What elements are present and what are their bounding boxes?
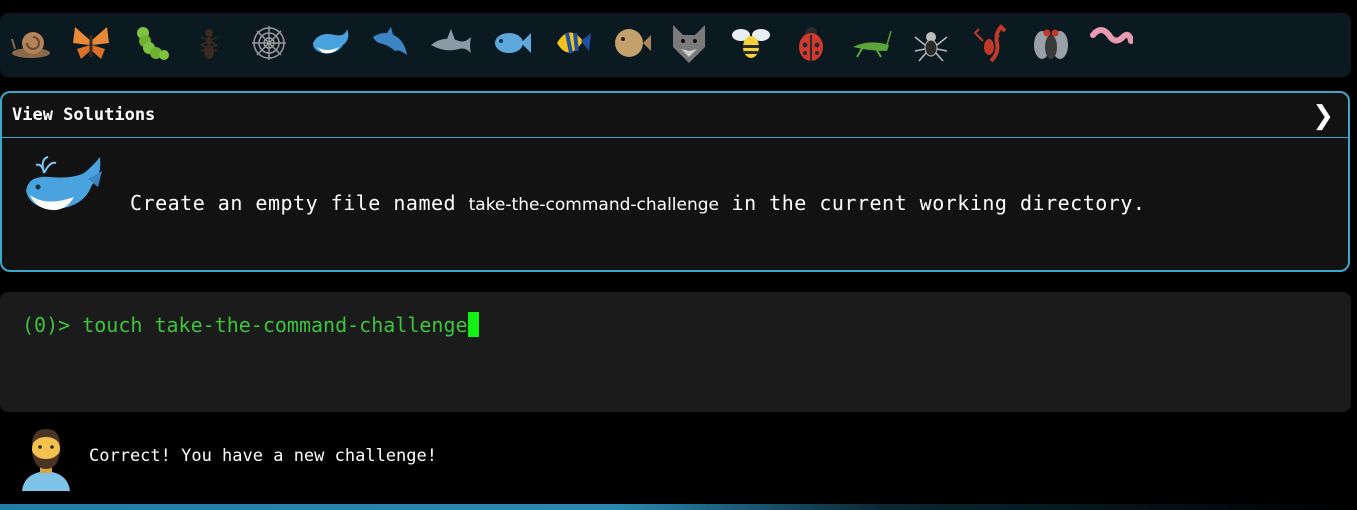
man-avatar-icon: [18, 425, 74, 491]
spider-icon[interactable]: [908, 20, 954, 66]
butterfly-icon[interactable]: [68, 20, 114, 66]
scorpion-icon[interactable]: [968, 20, 1014, 66]
challenge-description: Create an empty file named take-the-comm…: [130, 191, 1145, 215]
cricket-icon[interactable]: [848, 20, 894, 66]
view-solutions-toggle[interactable]: View Solutions ❯: [2, 93, 1348, 138]
fly-icon[interactable]: [1028, 20, 1074, 66]
animal-icon-bar: [0, 13, 1351, 77]
spider-web-icon[interactable]: [246, 20, 292, 66]
feedback-text: Correct! You have a new challenge!: [89, 446, 437, 466]
prompt: (0)>: [22, 313, 83, 337]
command-text[interactable]: touch take-the-command-challenge: [82, 313, 467, 337]
snail-icon[interactable]: [8, 20, 54, 66]
whale-icon[interactable]: [308, 20, 354, 66]
caterpillar-icon[interactable]: [128, 20, 174, 66]
solutions-panel: View Solutions ❯ Create an empty file na…: [0, 91, 1350, 272]
text-cursor: [467, 312, 479, 337]
dolphin-icon[interactable]: [368, 20, 414, 66]
blowfish-icon[interactable]: [608, 20, 654, 66]
challenge-text-prefix: Create an empty file named: [130, 191, 469, 215]
worm-icon[interactable]: [1088, 20, 1134, 66]
bottom-accent-bar: [0, 504, 1357, 510]
wolf-icon[interactable]: [666, 20, 712, 66]
tropical-fish-icon[interactable]: [548, 20, 594, 66]
fish-icon[interactable]: [488, 20, 534, 66]
ladybug-icon[interactable]: [788, 20, 834, 66]
whale-icon: [22, 153, 104, 223]
command-line[interactable]: (0)> touch take-the-command-challenge: [22, 312, 479, 337]
challenge-filename: take-the-command-challenge: [468, 195, 720, 215]
shark-icon[interactable]: [428, 20, 474, 66]
panel-title: View Solutions: [12, 105, 156, 125]
feedback-message: Correct! You have a new challenge!: [18, 425, 1018, 491]
terminal-input[interactable]: (0)> touch take-the-command-challenge: [0, 292, 1351, 412]
chevron-right-icon[interactable]: ❯: [1312, 101, 1334, 131]
challenge-text-suffix: in the current working directory.: [719, 191, 1146, 215]
ant-icon[interactable]: [186, 20, 232, 66]
bee-icon[interactable]: [728, 20, 774, 66]
